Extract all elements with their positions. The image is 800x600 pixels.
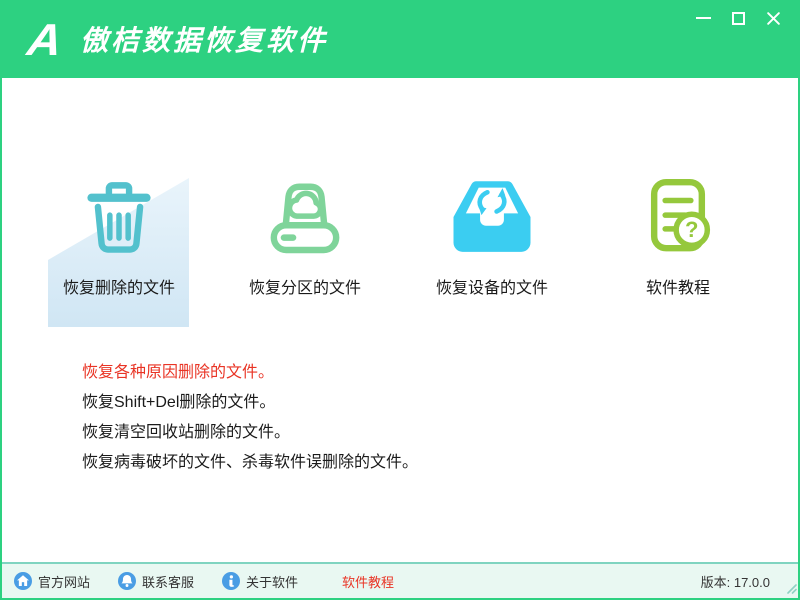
feature-description: 恢复各种原因删除的文件。 恢复Shift+Del删除的文件。 恢复清空回收站删除… [82, 358, 418, 478]
tile-label: 恢复分区的文件 [230, 274, 380, 298]
title-bar: A 傲桔数据恢复软件 [2, 0, 798, 78]
bell-icon [118, 572, 136, 590]
minimize-icon [696, 17, 711, 19]
document-question-icon: ? [634, 173, 722, 261]
status-bar: 官方网站 联系客服 关于软件 软件教程 版本: 17.0.0 [2, 562, 798, 598]
version-label: 版本: 17.0.0 [701, 572, 770, 591]
official-website-link[interactable]: 官方网站 [14, 572, 90, 591]
tile-software-tutorial[interactable]: ? 软件教程 [603, 173, 753, 298]
tile-recover-device-files[interactable]: 恢复设备的文件 [417, 173, 567, 298]
minimize-button[interactable] [692, 8, 714, 28]
tile-recover-partition-files[interactable]: 恢复分区的文件 [230, 173, 380, 298]
tile-recover-deleted-files[interactable]: 恢复删除的文件 [44, 173, 194, 298]
about-software-link[interactable]: 关于软件 [222, 572, 298, 591]
drive-cloud-icon [261, 173, 349, 261]
tile-label: 恢复删除的文件 [44, 274, 194, 298]
description-line: 恢复Shift+Del删除的文件。 [82, 388, 418, 418]
tile-label: 软件教程 [603, 274, 753, 298]
tutorial-link[interactable]: 软件教程 [342, 572, 394, 591]
official-website-label: 官方网站 [38, 572, 90, 591]
info-icon [222, 572, 240, 590]
resize-grip-icon [785, 582, 797, 594]
close-button[interactable] [762, 8, 784, 28]
main-content: 恢复删除的文件 恢复分区的文件 恢复设备的文件 [2, 78, 798, 562]
resize-grip[interactable] [785, 582, 797, 597]
window-controls [692, 8, 784, 28]
svg-text:?: ? [685, 217, 698, 242]
contact-support-label: 联系客服 [142, 572, 194, 591]
about-software-label: 关于软件 [246, 572, 298, 591]
inbox-arrows-icon [448, 173, 536, 261]
description-line: 恢复清空回收站删除的文件。 [82, 418, 418, 448]
description-line: 恢复病毒破坏的文件、杀毒软件误删除的文件。 [82, 448, 418, 478]
home-icon [14, 572, 32, 590]
tile-label: 恢复设备的文件 [417, 274, 567, 298]
maximize-icon [732, 12, 745, 25]
close-icon [766, 11, 781, 26]
app-logo: A [24, 13, 65, 65]
maximize-button[interactable] [727, 8, 749, 28]
app-title: 傲桔数据恢复软件 [80, 19, 328, 59]
trash-icon [75, 173, 163, 261]
app-window: A 傲桔数据恢复软件 恢复删除的文件 [0, 0, 800, 600]
contact-support-link[interactable]: 联系客服 [118, 572, 194, 591]
description-line-highlight: 恢复各种原因删除的文件。 [82, 358, 418, 388]
